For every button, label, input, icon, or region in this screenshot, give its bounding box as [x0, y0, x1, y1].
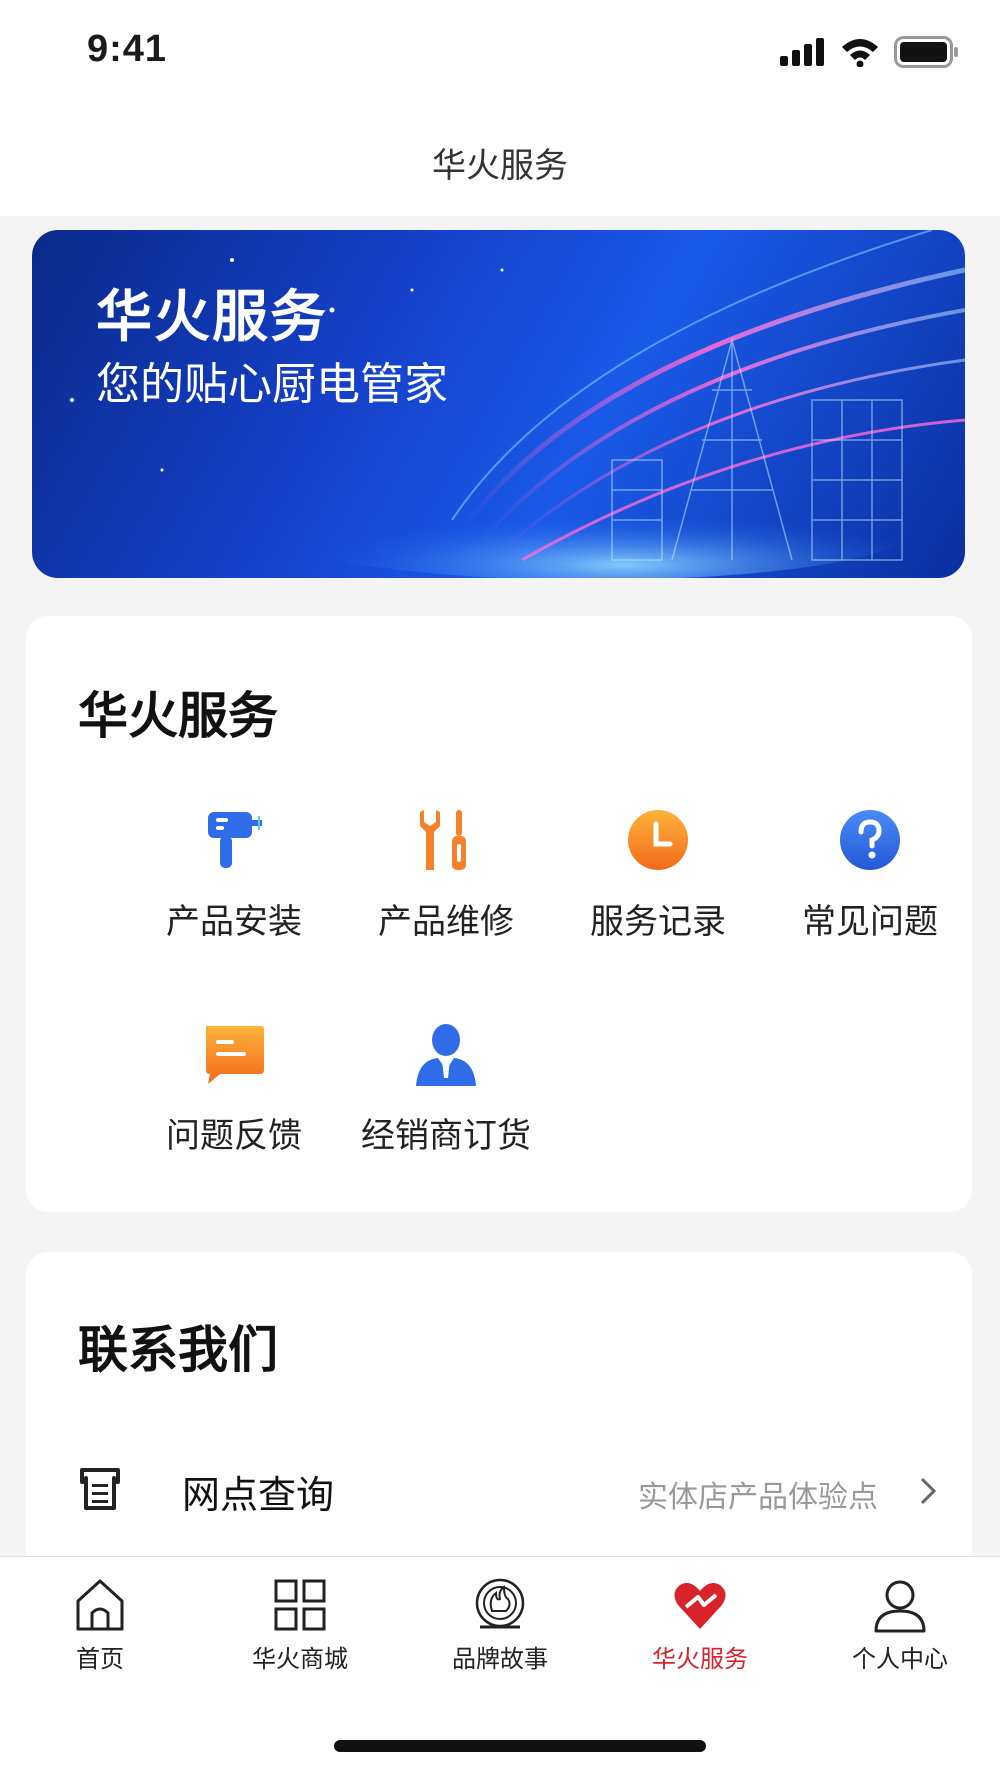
- service-records[interactable]: 服务记录: [558, 808, 758, 948]
- chevron-right-icon: [920, 1477, 937, 1505]
- banner-title: 华火服务: [96, 285, 328, 350]
- service-install[interactable]: 产品安装: [134, 808, 334, 948]
- banner-subtitle: 您的贴心厨电管家: [96, 359, 448, 410]
- home-indicator[interactable]: [334, 1740, 706, 1752]
- tab-label: 华火商城: [252, 1645, 348, 1673]
- promo-banner[interactable]: 华火服务 您的贴心厨电管家: [32, 230, 965, 578]
- contact-title: 联系我们: [78, 1321, 278, 1379]
- page-title: 华火服务: [432, 145, 568, 186]
- store-locator-description: 实体店产品体验点: [638, 1480, 878, 1515]
- tab-profile[interactable]: 个人中心: [820, 1577, 980, 1677]
- heart-icon: [674, 1583, 726, 1629]
- tab-mall[interactable]: 华火商城: [220, 1577, 380, 1677]
- services-title: 华火服务: [78, 687, 278, 745]
- status-icons: [780, 36, 960, 68]
- message-icon: [206, 1026, 264, 1084]
- question-icon: [840, 810, 900, 870]
- person-icon: [416, 1024, 476, 1086]
- tab-label: 首页: [76, 1645, 124, 1673]
- grid-icon: [274, 1579, 326, 1631]
- tab-label: 品牌故事: [452, 1645, 548, 1673]
- store-locator-label: 网点查询: [182, 1473, 335, 1517]
- service-dealer-order[interactable]: 经销商订货: [346, 1022, 546, 1162]
- status-time: 9:41: [87, 28, 168, 70]
- services-card: 华火服务 产品安装 产品维修 服务记录 常见问题 问题反馈 经销商订货: [26, 616, 972, 1212]
- service-label: 服务记录: [590, 902, 726, 942]
- service-label: 经销商订货: [361, 1116, 531, 1156]
- cellular-signal-icon: [780, 38, 824, 66]
- nav-header: 华火服务: [0, 108, 1000, 216]
- service-label: 问题反馈: [166, 1116, 302, 1156]
- tab-brand-story[interactable]: 品牌故事: [420, 1577, 580, 1677]
- tab-label: 华火服务: [652, 1645, 748, 1673]
- wifi-icon: [842, 39, 878, 67]
- service-feedback[interactable]: 问题反馈: [134, 1022, 334, 1162]
- drill-icon: [208, 812, 262, 868]
- battery-icon: [894, 36, 958, 68]
- tab-home[interactable]: 首页: [20, 1577, 180, 1677]
- clock-icon: [628, 810, 688, 870]
- service-faq[interactable]: 常见问题: [770, 808, 970, 948]
- status-bar: 9:41: [0, 0, 1000, 108]
- service-label: 产品安装: [166, 902, 302, 942]
- service-label: 产品维修: [378, 902, 514, 942]
- tab-service[interactable]: 华火服务: [620, 1577, 780, 1677]
- brand-logo-icon: [475, 1578, 525, 1629]
- service-repair[interactable]: 产品维修: [346, 808, 546, 948]
- store-icon: [80, 1468, 120, 1510]
- user-icon: [874, 1580, 926, 1633]
- tab-label: 个人中心: [852, 1645, 948, 1673]
- store-locator-row[interactable]: 网点查询 实体店产品体验点: [78, 1450, 938, 1530]
- home-icon: [76, 1579, 124, 1631]
- wrench-screwdriver-icon: [420, 810, 466, 870]
- service-label: 常见问题: [802, 902, 938, 942]
